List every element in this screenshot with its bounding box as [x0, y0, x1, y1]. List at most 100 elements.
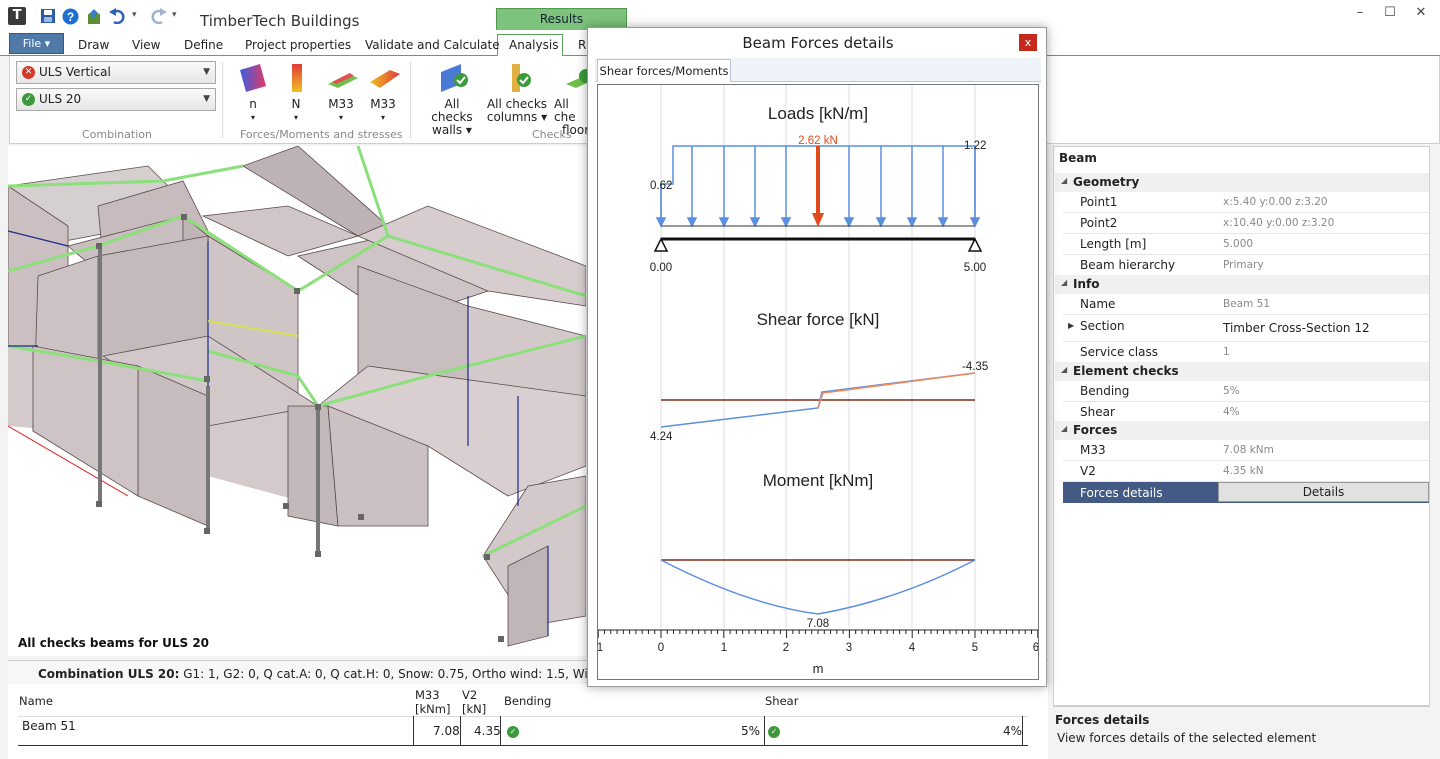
beam-start-label: 0.00 [650, 262, 672, 274]
prop-point2[interactable]: Point2 x:10.40 y:0.00 z:3.20 [1063, 213, 1429, 234]
beam-forces-dialog: Beam Forces details x Shear forces/Momen… [587, 27, 1047, 687]
loads-title: Loads [kN/m] [768, 104, 868, 123]
group-divider [410, 62, 411, 138]
prop-section[interactable]: ▶ Section Timber Cross-Section 12 [1063, 315, 1429, 342]
m33-beam-button[interactable]: M33 ▾ [324, 62, 358, 124]
wall-check-icon [437, 62, 468, 92]
model-viewport[interactable] [8, 146, 586, 656]
chevron-down-icon: ▼ [203, 94, 210, 104]
axial-force-button[interactable]: N ▾ [282, 62, 310, 124]
tick-label: 6 [1033, 642, 1038, 654]
combo2-value: ULS 20 [39, 92, 82, 106]
combination-select[interactable]: ✓ ULS 20 ▼ [16, 88, 216, 111]
axis-tick-labels: 1 0 1 2 3 4 5 6 [597, 642, 1039, 654]
col-header-name: Name [19, 694, 53, 708]
help-icon[interactable]: ? [62, 8, 79, 29]
force-diagram-svg: Loads [kN/m] 2.62 kN 0.62 1.22 0.00 5.00… [597, 85, 1039, 676]
all-checks-floors-button[interactable]: All che floor [554, 62, 590, 137]
properties-header: Beam [1059, 151, 1097, 165]
shear-left-value: 4.24 [650, 431, 673, 443]
tick-label: 4 [909, 642, 916, 654]
app-title: TimberTech Buildings [200, 12, 360, 30]
m33-stress-button[interactable]: M33 ▾ [366, 62, 400, 124]
combination-group-label: Combination [82, 128, 152, 141]
prop-length[interactable]: Length [m] 5.000 [1063, 234, 1429, 255]
viewport-caption: All checks beams for ULS 20 [18, 636, 210, 650]
export-icon[interactable] [86, 8, 103, 29]
tick-label: 1 [598, 642, 603, 654]
m33-label-2: M33 [370, 97, 396, 111]
table-row[interactable] [18, 716, 1028, 746]
tab-draw[interactable]: Draw [78, 38, 109, 52]
dialog-title: Beam Forces details [742, 34, 894, 52]
category-element-checks[interactable]: ◢ Element checks [1055, 362, 1429, 381]
category-forces[interactable]: ◢ Forces [1055, 421, 1429, 440]
file-menu-button[interactable]: File ▾ [9, 33, 64, 54]
tab-r[interactable]: R [578, 38, 586, 52]
col-header-v2: V2 [kN] [462, 688, 487, 716]
prop-v2[interactable]: V2 4.35 kN [1063, 461, 1429, 482]
tab-shear-moments[interactable]: Shear forces/Moments [597, 59, 731, 82]
tab-project-properties[interactable]: Project properties [245, 38, 351, 52]
beam-moment-icon [326, 62, 358, 92]
check-icon: ✓ [22, 93, 35, 106]
close-button[interactable]: ✕ [1406, 4, 1436, 22]
dialog-close-button[interactable]: x [1019, 34, 1037, 51]
prop-name[interactable]: Name Beam 51 [1063, 294, 1429, 315]
column-check-icon [502, 62, 532, 92]
column-force-icon [282, 62, 312, 92]
axis-minor-ticks [597, 630, 1039, 638]
walls-label-2: walls ▾ [432, 123, 472, 137]
point-load-label: 2.62 kN [798, 135, 838, 147]
axial-label: N [291, 97, 301, 111]
combination-type-select[interactable]: ✕ ULS Vertical ▼ [16, 61, 216, 84]
walls-label-1: All checks [431, 97, 473, 124]
row-m33: 7.08 [433, 724, 460, 738]
shear-check-icon: ✓ [768, 723, 780, 738]
building-model [8, 146, 586, 647]
tab-validate-calculate[interactable]: Validate and Calculate [365, 38, 500, 52]
minimize-button[interactable]: – [1345, 4, 1375, 22]
tick-label: 3 [846, 642, 852, 654]
category-info[interactable]: ◢ Info [1055, 275, 1429, 294]
maximize-button[interactable]: ☐ [1375, 4, 1405, 22]
tab-view[interactable]: View [132, 38, 160, 52]
category-geometry[interactable]: ◢ Geometry [1055, 173, 1429, 192]
prop-point1[interactable]: Point1 x:5.40 y:0.00 z:3.20 [1063, 192, 1429, 213]
combination-label: Combination ULS 20: [38, 667, 180, 681]
shear-right-value: -4.35 [962, 361, 988, 373]
redo-icon[interactable] [148, 8, 168, 28]
cell-divider [460, 716, 461, 746]
undo-dropdown-icon[interactable]: ▾ [132, 10, 137, 20]
all-checks-columns-button[interactable]: All checks columns ▾ [486, 62, 548, 124]
row-shear: 4% [1003, 724, 1023, 738]
right-support-icon [967, 237, 983, 252]
qa-customize-icon[interactable]: ▾ [172, 10, 177, 20]
tab-analysis[interactable]: Analysis [509, 38, 558, 52]
details-button[interactable]: Details [1218, 482, 1429, 502]
bending-check-icon: ✓ [507, 723, 519, 738]
tab-define[interactable]: Define [184, 38, 223, 52]
stress-map-icon [238, 62, 268, 92]
undo-icon[interactable] [108, 8, 128, 28]
row-bending: 5% [741, 724, 761, 738]
prop-beam-hierarchy[interactable]: Beam hierarchy Primary [1063, 255, 1429, 276]
collapse-icon: ◢ [1061, 278, 1068, 287]
moment-title: Moment [kNm] [763, 471, 874, 490]
prop-service-class[interactable]: Service class 1 [1063, 342, 1429, 363]
n-forces-button[interactable]: n ▾ [236, 62, 270, 124]
save-icon[interactable] [40, 8, 56, 28]
prop-m33[interactable]: M33 7.08 kNm [1063, 440, 1429, 461]
cell-divider [1022, 716, 1023, 746]
collapse-icon: ◢ [1061, 176, 1068, 185]
beam-stress-icon [368, 62, 400, 92]
shear-title: Shear force [kN] [757, 310, 880, 329]
prop-shear[interactable]: Shear 4% [1063, 402, 1429, 423]
tick-label: 2 [783, 642, 789, 654]
error-icon: ✕ [22, 66, 35, 79]
prop-bending[interactable]: Bending 5% [1063, 381, 1429, 402]
cell-divider [413, 716, 414, 746]
all-checks-walls-button[interactable]: All checks walls ▾ [422, 62, 482, 137]
load-right-value: 1.22 [964, 140, 986, 152]
group-divider [222, 62, 223, 138]
